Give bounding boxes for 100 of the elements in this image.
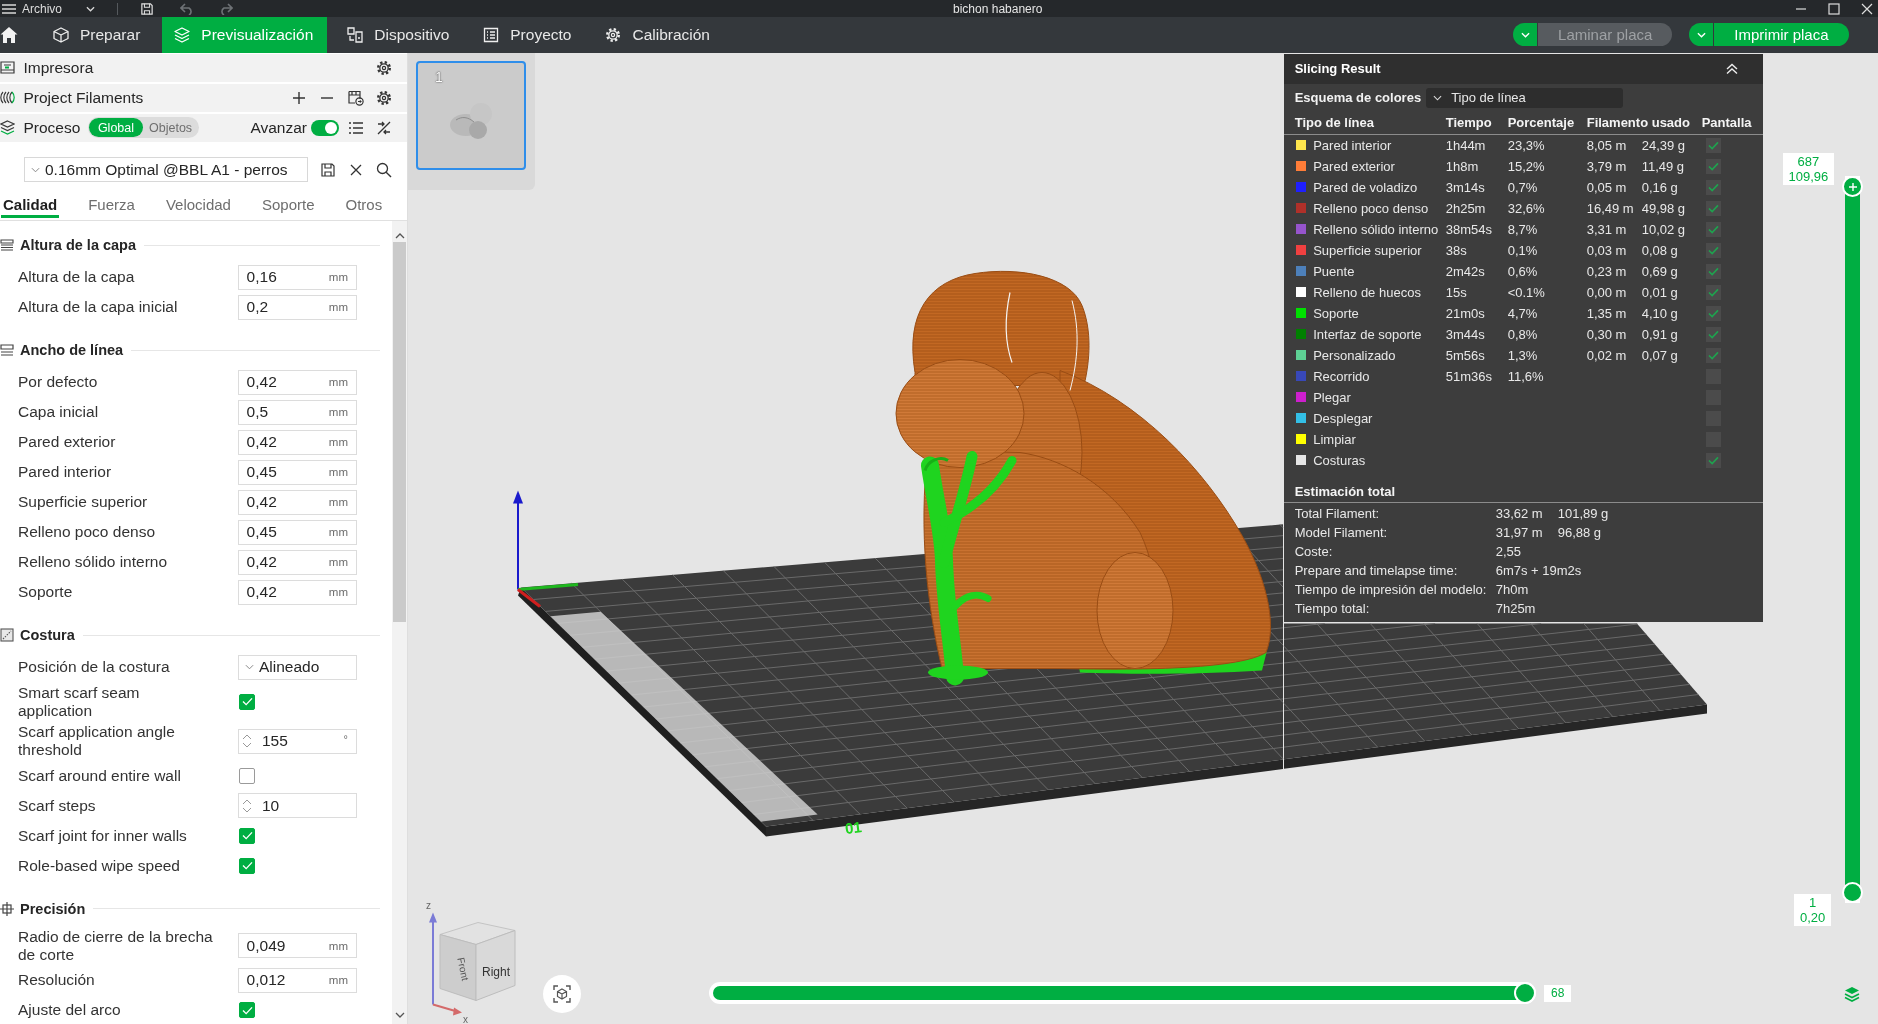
plate-number: 1 [435,69,443,85]
input-field[interactable]: 0,45 mm [238,519,357,545]
group-title: Precisión [20,900,86,917]
file-menu-button[interactable]: Archivo [0,1,62,16]
input-field[interactable]: 0,42 mm [238,489,357,515]
table-cell-text: 24,39 g [1641,137,1687,153]
table-cell-text: Pared exterior [1313,158,1396,174]
fit-view-button[interactable] [543,975,581,1013]
plus-icon[interactable] [290,89,307,106]
input-field[interactable]: 0,42 mm [238,579,357,605]
setting-label: Altura de la capa [18,268,136,286]
layer-move-slider[interactable] [709,982,1536,1004]
checkbox[interactable] [1705,179,1721,195]
spinner-field[interactable]: 155 ° [238,728,357,754]
toggle-switch[interactable] [310,119,339,136]
checkbox[interactable] [1705,284,1721,300]
settings-tab[interactable]: Velocidad [163,192,233,218]
checkmark-icon [1707,329,1719,339]
checkbox[interactable] [1705,242,1721,258]
section-title: Estimación total [1283,480,1763,503]
settings-tab[interactable]: Fuerza [86,192,137,218]
checkbox[interactable] [1705,326,1721,342]
input-field[interactable]: 0,42 mm [238,549,357,575]
search-icon[interactable] [375,161,392,178]
input-field[interactable]: 0,16 mm [238,264,357,290]
cube-icon [53,26,69,43]
input-field[interactable]: 0,42 mm [238,369,357,395]
scroll-down-icon[interactable] [394,1012,405,1018]
undo-icon[interactable] [180,2,194,15]
settings-tab[interactable]: Soporte [259,192,317,218]
home-icon[interactable] [0,25,18,44]
spinner-icon[interactable] [242,733,252,750]
unit-label: mm [328,556,348,568]
table-cell-text: Relleno poco denso [1313,200,1430,216]
caret-icon[interactable] [86,5,95,12]
setting-label: Superficie superior [18,493,149,511]
unit-label: mm [328,526,348,538]
scrollbar-thumb[interactable] [393,242,406,622]
checkbox[interactable] [1705,452,1721,468]
checkbox[interactable] [239,827,255,844]
column-header: Tiempo [1445,115,1493,131]
view-cube[interactable]: Front Right [439,921,516,1001]
checkmark-icon [1707,308,1719,318]
checkbox[interactable] [239,767,255,784]
checkbox[interactable] [1705,200,1721,216]
toolbar-tab[interactable]: Preparar [41,17,155,53]
settings-icon[interactable] [376,89,392,106]
input-field[interactable]: 0,5 mm [238,399,357,425]
table-cell-text: 51m36s [1445,368,1493,384]
scope-option[interactable]: Objetos [143,118,199,137]
checkbox[interactable] [239,1002,255,1019]
list-icon[interactable] [347,119,364,136]
input-field[interactable]: 0,049 mm [238,933,357,958]
layers-icon[interactable] [1844,986,1860,1002]
slider-thumb[interactable] [1842,176,1863,197]
maximize-icon[interactable] [1828,2,1840,15]
checkbox[interactable] [239,857,255,874]
checkbox[interactable] [239,693,255,710]
table-cell-text: Limpiar [1313,431,1357,447]
settings-tab[interactable]: Calidad [1,192,60,218]
layer-height: 109,96 [1788,169,1829,184]
collapse-icon[interactable] [1725,62,1739,75]
arrows-icon[interactable] [376,119,392,136]
toolbar-tab[interactable]: Calibración [593,17,724,53]
slider-thumb[interactable] [1842,882,1863,903]
checkbox[interactable] [1705,137,1721,153]
settings-icon[interactable] [376,59,392,76]
slider-thumb[interactable] [1514,982,1536,1004]
checkbox[interactable] [1705,158,1721,174]
sync-icon[interactable] [347,89,364,106]
face-label[interactable]: Front [455,955,471,982]
summary-label: Tiempo de impresión del modelo: [1294,582,1488,598]
input-field[interactable]: 0,012 mm [238,967,357,993]
toolbar-tab[interactable]: Proyecto [471,17,586,53]
save-icon[interactable] [140,2,154,15]
preset-dropdown[interactable]: 0.16mm Optimal @BBL A1 - perros [24,157,308,182]
dropdown-button[interactable] [1689,23,1714,47]
color-scheme-dropdown[interactable]: Tipo de línea [1426,87,1624,108]
input-field[interactable]: 0,2 mm [238,294,357,320]
layer-range-slider[interactable] [1842,176,1863,903]
save-icon[interactable] [319,161,336,178]
toolbar-tab[interactable]: Dispositivo [335,17,464,53]
spinner-icon[interactable] [242,797,252,814]
input-field[interactable]: 0,45 mm [238,459,357,485]
checkmark-icon [1707,203,1719,213]
close-icon[interactable] [1861,2,1873,15]
checkbox[interactable] [1705,347,1721,363]
redo-icon[interactable] [219,2,233,15]
dropdown[interactable]: Alineado [238,654,357,680]
face-label[interactable]: Right [482,964,510,978]
checkbox[interactable] [1705,263,1721,279]
checkbox[interactable] [1705,305,1721,321]
settings-tab[interactable]: Otros [343,192,385,218]
checkbox[interactable] [1705,221,1721,237]
dropdown-button[interactable] [1513,23,1538,47]
scrollbar-track[interactable] [392,221,407,1024]
spinner-field[interactable]: 10 [238,793,357,819]
layer-number: 1 [1809,895,1817,910]
scroll-up-icon[interactable] [394,233,405,239]
input-field[interactable]: 0,42 mm [238,429,357,455]
